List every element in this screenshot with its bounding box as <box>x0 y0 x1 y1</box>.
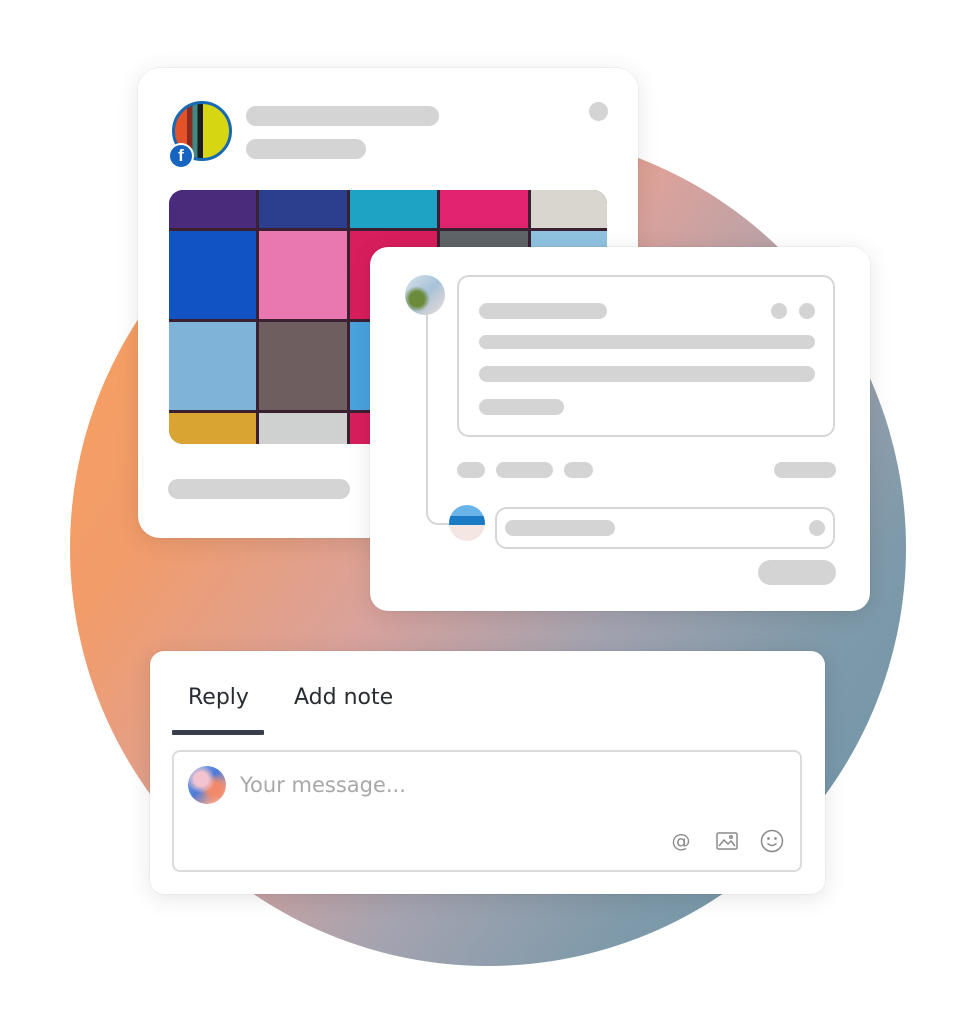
reply-composer-card: Reply Add note @ <box>150 651 825 894</box>
comment-bubble <box>457 275 835 437</box>
comment-more-action[interactable] <box>564 462 593 478</box>
image-tile <box>169 413 256 444</box>
send-button-placeholder[interactable] <box>758 560 836 585</box>
image-tile <box>169 231 256 319</box>
emoji-icon[interactable] <box>759 828 785 854</box>
post-footer-placeholder <box>168 479 350 499</box>
image-icon[interactable] <box>714 828 740 854</box>
tab-add-note[interactable]: Add note <box>294 685 393 710</box>
comment-reply-action[interactable] <box>496 462 553 478</box>
comment-text-line <box>479 335 815 349</box>
at-mention-icon[interactable]: @ <box>668 828 694 854</box>
image-tile <box>169 190 256 228</box>
commenter-avatar <box>405 275 445 315</box>
facebook-icon: f <box>168 143 194 169</box>
image-tile <box>259 231 347 319</box>
active-tab-indicator <box>172 730 264 735</box>
image-tile <box>169 322 256 410</box>
image-tile <box>350 190 437 228</box>
comment-timestamp-placeholder <box>774 462 836 478</box>
image-tile <box>259 322 347 410</box>
comment-action-dot[interactable] <box>771 303 787 319</box>
comment-like-action[interactable] <box>457 462 485 478</box>
post-author-placeholder <box>246 106 439 126</box>
image-tile <box>259 190 347 228</box>
comment-author-placeholder <box>479 303 607 319</box>
replier-avatar <box>449 505 485 541</box>
comment-text-line <box>479 399 564 415</box>
message-input[interactable] <box>240 766 780 804</box>
user-avatar <box>188 766 226 804</box>
message-box: @ <box>172 750 802 872</box>
at-mention-glyph: @ <box>671 830 691 852</box>
image-tile <box>259 413 347 444</box>
reply-text-placeholder <box>505 520 615 536</box>
comment-thread-card <box>370 247 870 611</box>
nested-reply-bubble <box>495 507 835 549</box>
thread-connector-line <box>426 313 452 525</box>
image-tile <box>531 190 607 228</box>
post-menu-dot[interactable] <box>589 102 608 121</box>
image-tile <box>440 190 528 228</box>
post-date-placeholder <box>246 139 366 159</box>
reply-action-dot[interactable] <box>809 520 825 536</box>
comment-text-line <box>479 366 815 382</box>
comment-action-dot[interactable] <box>799 303 815 319</box>
tab-reply[interactable]: Reply <box>188 685 249 710</box>
